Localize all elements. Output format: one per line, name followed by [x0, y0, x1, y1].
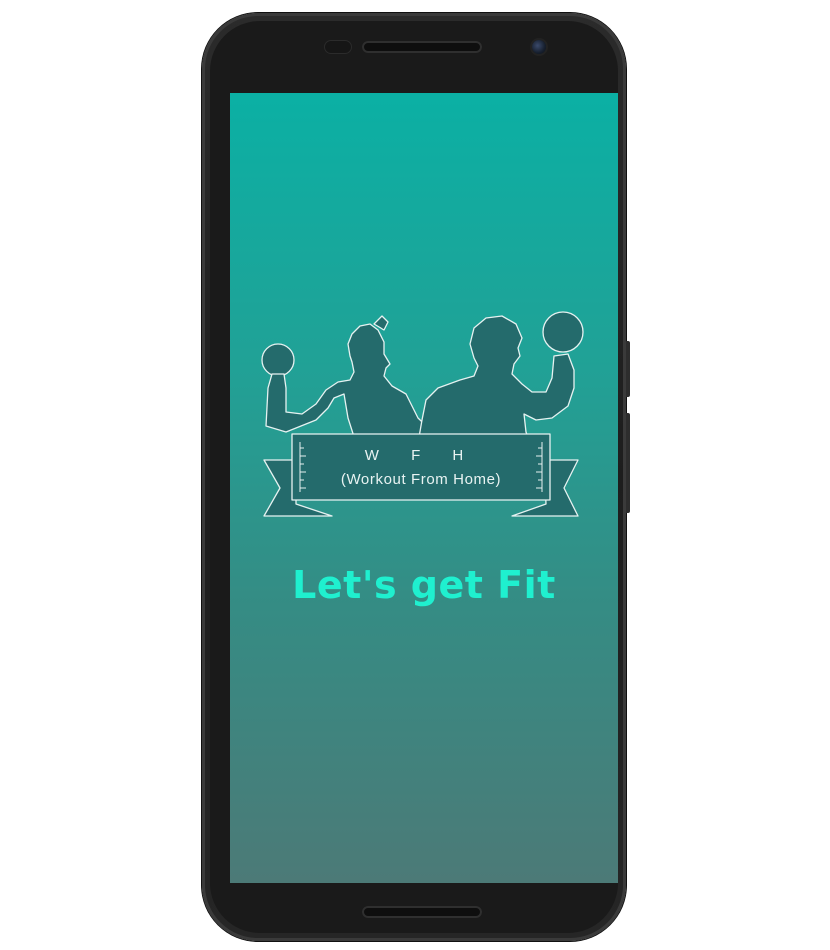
volume-button	[626, 341, 630, 397]
phone-bezel: W F H (Workout From Home) Let's get Fit	[210, 21, 618, 933]
phone-device-frame: W F H (Workout From Home) Let's get Fit	[202, 13, 630, 941]
fitness-couple-dumbbells-icon: W F H (Workout From Home)	[261, 311, 584, 517]
tagline: Let's get Fit	[292, 563, 556, 607]
logo-subtitle: (Workout From Home)	[341, 471, 501, 488]
bottom-speaker	[362, 906, 482, 918]
power-button	[626, 413, 630, 513]
front-camera-icon	[532, 40, 546, 54]
earpiece-speaker	[362, 41, 482, 53]
proximity-sensor	[324, 40, 352, 54]
splash-screen: W F H (Workout From Home) Let's get Fit	[230, 93, 618, 883]
logo-title: W F H	[365, 447, 478, 464]
